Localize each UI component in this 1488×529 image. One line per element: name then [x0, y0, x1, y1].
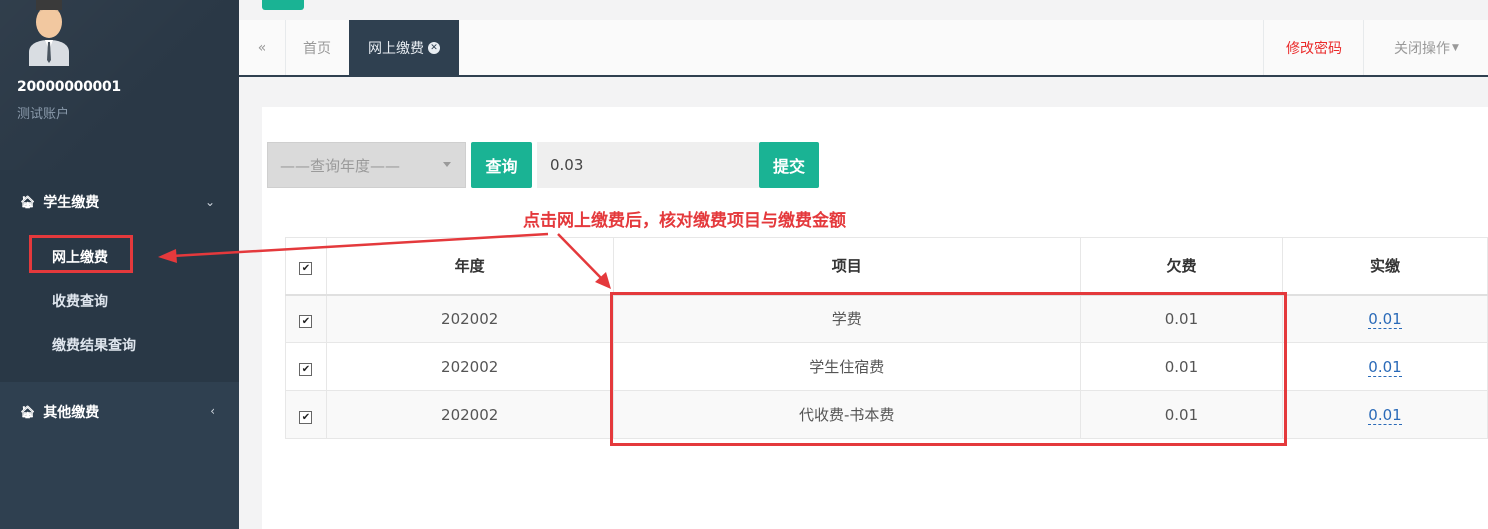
arrow-to-nav: [158, 232, 549, 263]
annotation-arrows: [158, 232, 611, 289]
arrow-to-table: [557, 233, 611, 289]
